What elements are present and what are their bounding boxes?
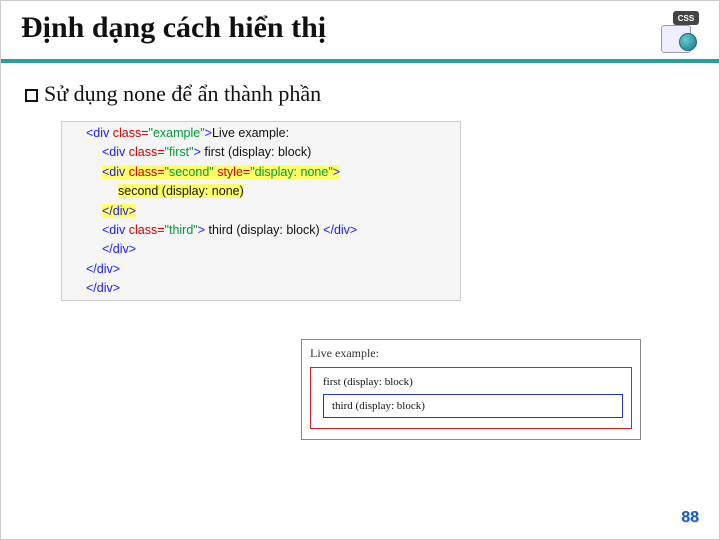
code-line-4: second (display: none) <box>86 182 454 201</box>
code-example: <div class="example">Live example: <div … <box>61 121 461 301</box>
square-bullet-icon <box>25 89 38 102</box>
css-badge-label: CSS <box>673 11 699 25</box>
live-outer-box: Live example: first (display: block) thi… <box>301 339 641 440</box>
css-file-icon: CSS <box>657 11 699 53</box>
code-line-3: <div class="second" style="display: none… <box>86 163 454 182</box>
code-line-2: <div class="first"> first (display: bloc… <box>86 143 454 162</box>
page-number: 88 <box>681 509 699 527</box>
code-line-5: </div> <box>86 202 454 221</box>
code-line-8: </div> <box>86 260 454 279</box>
globe-icon <box>679 33 697 51</box>
code-line-7: </div> <box>86 240 454 259</box>
bullet-item: Sử dụng none để ẩn thành phần <box>25 81 695 107</box>
live-third-box: third (display: block) <box>323 394 623 418</box>
bullet-text: Sử dụng none để ẩn thành phần <box>44 81 321 106</box>
live-first-text: first (display: block) <box>323 376 623 388</box>
live-example-box: Live example: first (display: block) thi… <box>301 339 641 440</box>
slide-title: Định dạng cách hiển thị <box>21 11 326 45</box>
code-line-1: <div class="example">Live example: <box>86 124 454 143</box>
code-line-9: </div> <box>86 279 454 298</box>
live-first-box: first (display: block) third (display: b… <box>310 367 632 429</box>
code-line-6: <div class="third"> third (display: bloc… <box>86 221 454 240</box>
live-example-label: Live example: <box>310 346 632 361</box>
